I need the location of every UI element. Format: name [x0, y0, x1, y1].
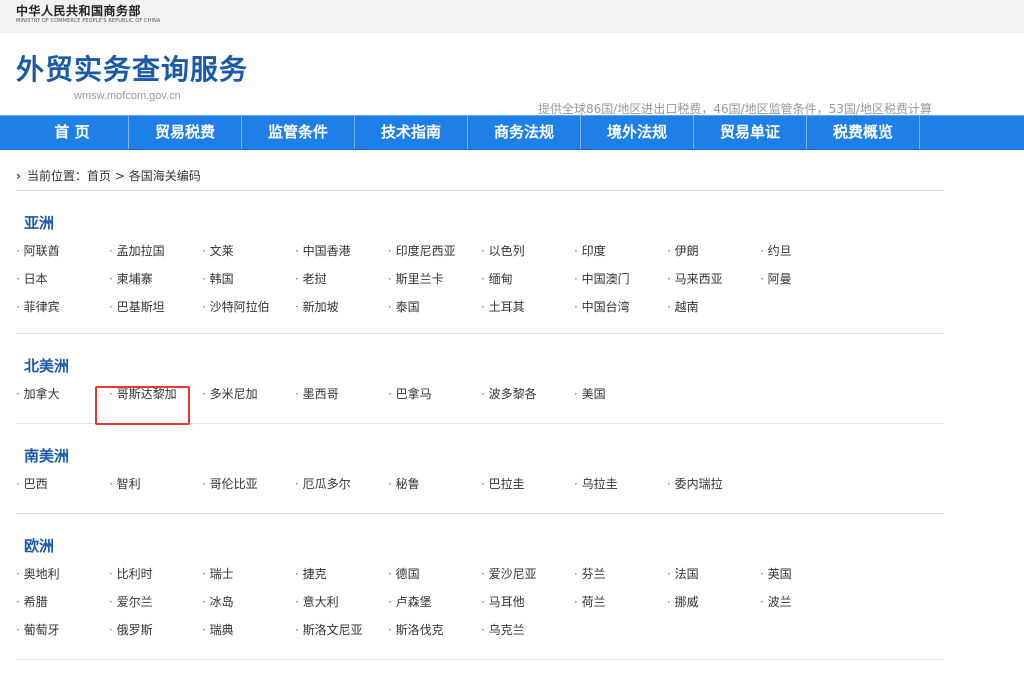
country-link[interactable]: 希腊 — [16, 588, 109, 616]
country-list: 阿联酋孟加拉国文莱中国香港印度尼西亚以色列印度伊朗约旦日本柬埔寨韩国老挝斯里兰卡… — [16, 237, 944, 321]
country-link[interactable]: 意大利 — [295, 588, 388, 616]
country-link[interactable]: 斯洛文尼亚 — [295, 616, 388, 644]
country-link[interactable]: 韩国 — [202, 265, 295, 293]
site-header: 外贸实务查询服务 wmsw.mofcom.gov.cn 提供全球86国/地区进出… — [0, 33, 1024, 116]
country-link[interactable]: 中国台湾 — [574, 293, 667, 321]
divider — [16, 659, 944, 660]
nav-item-0[interactable]: 首 页 — [16, 116, 129, 149]
nav-item-1[interactable]: 贸易税费 — [129, 116, 242, 149]
nav-item-2[interactable]: 监管条件 — [242, 116, 355, 149]
breadcrumb: › 当前位置：首页 > 各国海关编码 — [16, 167, 201, 184]
region-title: 欧洲 — [24, 537, 55, 555]
country-link[interactable]: 葡萄牙 — [16, 616, 109, 644]
country-link[interactable]: 泰国 — [388, 293, 481, 321]
country-link[interactable]: 比利时 — [109, 560, 202, 588]
country-link[interactable]: 挪威 — [667, 588, 760, 616]
country-link[interactable]: 印度尼西亚 — [388, 237, 481, 265]
country-link[interactable]: 中国香港 — [295, 237, 388, 265]
country-link[interactable]: 菲律宾 — [16, 293, 109, 321]
region-title: 南美洲 — [24, 447, 70, 465]
country-link[interactable]: 印度 — [574, 237, 667, 265]
highlight-box — [95, 386, 190, 425]
country-link[interactable]: 巴拿马 — [388, 380, 481, 408]
region-section: 南美洲巴西智利哥伦比亚厄瓜多尔秘鲁巴拉圭乌拉圭委内瑞拉 — [16, 423, 944, 513]
country-link[interactable]: 越南 — [667, 293, 760, 321]
country-link[interactable]: 文莱 — [202, 237, 295, 265]
country-link[interactable]: 巴基斯坦 — [109, 293, 202, 321]
breadcrumb-current: 各国海关编码 — [128, 169, 201, 183]
country-link[interactable]: 土耳其 — [481, 293, 574, 321]
region-title: 北美洲 — [24, 357, 70, 375]
country-link[interactable]: 捷克 — [295, 560, 388, 588]
site-url: wmsw.mofcom.gov.cn — [74, 90, 181, 102]
country-link[interactable]: 英国 — [760, 560, 853, 588]
country-link[interactable]: 孟加拉国 — [109, 237, 202, 265]
nav-item-7[interactable]: 税费概览 — [807, 116, 920, 149]
nav-item-5[interactable]: 境外法规 — [581, 116, 694, 149]
country-link[interactable]: 阿联酋 — [16, 237, 109, 265]
ministry-logo[interactable]: 中华人民共和国商务部 MINISTRY OF COMMERCE PEOPLE'S… — [16, 4, 160, 25]
country-link[interactable]: 马耳他 — [481, 588, 574, 616]
country-link[interactable]: 委内瑞拉 — [667, 470, 760, 498]
nav-item-4[interactable]: 商务法规 — [468, 116, 581, 149]
country-link[interactable]: 伊朗 — [667, 237, 760, 265]
country-link[interactable]: 多米尼加 — [202, 380, 295, 408]
ministry-name-en: MINISTRY OF COMMERCE PEOPLE'S REPUBLIC O… — [16, 18, 161, 24]
country-link[interactable]: 缅甸 — [481, 265, 574, 293]
nav-item-6[interactable]: 贸易单证 — [694, 116, 807, 149]
breadcrumb-separator: > — [114, 169, 125, 183]
country-link[interactable]: 俄罗斯 — [109, 616, 202, 644]
country-link[interactable]: 秘鲁 — [388, 470, 481, 498]
country-link[interactable]: 德国 — [388, 560, 481, 588]
country-link[interactable]: 柬埔寨 — [109, 265, 202, 293]
country-link[interactable]: 奥地利 — [16, 560, 109, 588]
country-link[interactable]: 芬兰 — [574, 560, 667, 588]
country-link[interactable]: 荷兰 — [574, 588, 667, 616]
country-link[interactable]: 哥伦比亚 — [202, 470, 295, 498]
top-bar: 中华人民共和国商务部 MINISTRY OF COMMERCE PEOPLE'S… — [0, 0, 1024, 33]
country-link[interactable]: 日本 — [16, 265, 109, 293]
country-link[interactable]: 马来西亚 — [667, 265, 760, 293]
region-list: 亚洲阿联酋孟加拉国文莱中国香港印度尼西亚以色列印度伊朗约旦日本柬埔寨韩国老挝斯里… — [16, 190, 944, 660]
main-nav: 首 页贸易税费 监管条件 技术指南 商务法规 境外法规 贸易单证 税费概览 — [0, 115, 1024, 150]
country-link[interactable]: 斯洛伐克 — [388, 616, 481, 644]
country-link[interactable]: 波多黎各 — [481, 380, 574, 408]
country-link[interactable]: 巴拉圭 — [481, 470, 574, 498]
country-link[interactable]: 冰岛 — [202, 588, 295, 616]
region-title: 亚洲 — [24, 214, 55, 232]
country-link[interactable]: 斯里兰卡 — [388, 265, 481, 293]
country-link[interactable]: 卢森堡 — [388, 588, 481, 616]
country-link[interactable]: 乌拉圭 — [574, 470, 667, 498]
country-link[interactable]: 爱尔兰 — [109, 588, 202, 616]
country-link[interactable]: 爱沙尼亚 — [481, 560, 574, 588]
country-link[interactable]: 智利 — [109, 470, 202, 498]
nav-item-3[interactable]: 技术指南 — [355, 116, 468, 149]
region-section: 亚洲阿联酋孟加拉国文莱中国香港印度尼西亚以色列印度伊朗约旦日本柬埔寨韩国老挝斯里… — [16, 190, 944, 333]
site-title[interactable]: 外贸实务查询服务 — [16, 53, 248, 87]
breadcrumb-prefix: 当前位置： — [26, 169, 87, 183]
country-link[interactable]: 美国 — [574, 380, 667, 408]
country-link[interactable]: 瑞典 — [202, 616, 295, 644]
country-list: 巴西智利哥伦比亚厄瓜多尔秘鲁巴拉圭乌拉圭委内瑞拉 — [16, 470, 944, 498]
country-link[interactable]: 波兰 — [760, 588, 853, 616]
country-link[interactable]: 约旦 — [760, 237, 853, 265]
breadcrumb-arrow-icon: › — [16, 169, 21, 183]
ministry-name-cn: 中华人民共和国商务部 — [16, 4, 142, 18]
country-link[interactable]: 墨西哥 — [295, 380, 388, 408]
breadcrumb-home-link[interactable]: 首页 — [87, 169, 111, 183]
country-link[interactable]: 中国澳门 — [574, 265, 667, 293]
country-list: 奥地利比利时瑞士捷克德国爱沙尼亚芬兰法国英国希腊爱尔兰冰岛意大利卢森堡马耳他荷兰… — [16, 560, 944, 644]
country-link[interactable]: 瑞士 — [202, 560, 295, 588]
country-link[interactable]: 阿曼 — [760, 265, 853, 293]
country-link[interactable]: 巴西 — [16, 470, 109, 498]
country-link[interactable]: 新加坡 — [295, 293, 388, 321]
country-link[interactable]: 厄瓜多尔 — [295, 470, 388, 498]
region-section: 欧洲奥地利比利时瑞士捷克德国爱沙尼亚芬兰法国英国希腊爱尔兰冰岛意大利卢森堡马耳他… — [16, 513, 944, 659]
country-link[interactable]: 乌克兰 — [481, 616, 574, 644]
country-link[interactable]: 沙特阿拉伯 — [202, 293, 295, 321]
country-link[interactable]: 法国 — [667, 560, 760, 588]
country-link[interactable]: 以色列 — [481, 237, 574, 265]
country-link[interactable]: 老挝 — [295, 265, 388, 293]
